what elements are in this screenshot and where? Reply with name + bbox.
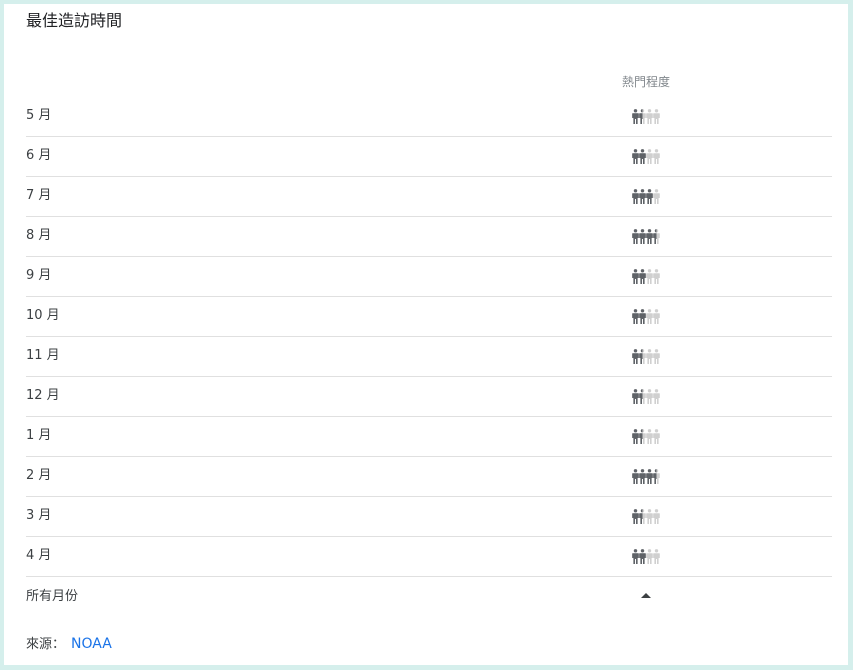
person-icon: [632, 469, 639, 484]
person-icon: [639, 149, 646, 164]
popularity-indicator: [632, 388, 660, 404]
person-icon: [646, 309, 653, 324]
person-icon: [639, 349, 646, 364]
person-icon: [639, 269, 646, 284]
month-row: 3 月: [26, 497, 832, 537]
popularity-indicator: [632, 508, 660, 524]
popularity-indicator: [632, 548, 660, 564]
person-icon: [653, 109, 660, 124]
person-icon: [653, 549, 660, 564]
month-row: 10 月: [26, 297, 832, 337]
person-icon: [646, 109, 653, 124]
all-months-label: 所有月份: [26, 589, 79, 604]
person-icon: [646, 509, 653, 524]
month-row: 1 月: [26, 417, 832, 457]
person-icon: [632, 349, 639, 364]
person-icon: [653, 149, 660, 164]
person-icon: [646, 229, 653, 244]
person-icon: [639, 509, 646, 524]
source-label: 來源：: [26, 637, 66, 652]
person-icon: [653, 309, 660, 324]
person-icon: [653, 349, 660, 364]
person-icon: [632, 149, 639, 164]
month-row: 12 月: [26, 377, 832, 417]
person-icon: [639, 429, 646, 444]
month-label: 10 月: [26, 308, 60, 323]
month-row: 8 月: [26, 217, 832, 257]
person-icon: [632, 549, 639, 564]
person-icon: [653, 509, 660, 524]
month-row: 5 月: [26, 97, 832, 137]
popularity-indicator: [632, 108, 660, 124]
person-icon: [646, 389, 653, 404]
person-icon: [646, 189, 653, 204]
caret-up-icon: [641, 592, 651, 598]
month-label: 3 月: [26, 508, 52, 523]
month-label: 1 月: [26, 428, 52, 443]
popularity-indicator: [632, 148, 660, 164]
collapse-button[interactable]: [636, 587, 656, 603]
month-label: 4 月: [26, 548, 52, 563]
person-icon: [653, 269, 660, 284]
popularity-column-header: 熱門程度: [621, 75, 670, 89]
popularity-indicator: [632, 348, 660, 364]
month-label: 8 月: [26, 228, 52, 243]
best-time-card: 最佳造訪時間 熱門程度 5 月 6 月 7 月 8 月 9 月 10 月 11 月 12 月 1…: [4, 4, 848, 665]
month-row: 7 月: [26, 177, 832, 217]
month-list: 5 月 6 月 7 月 8 月 9 月 10 月 11 月 12 月 1 月 2 月 3 月 4 月所…: [26, 97, 832, 617]
person-icon: [653, 469, 660, 484]
person-icon: [639, 189, 646, 204]
person-icon: [639, 109, 646, 124]
month-row: 9 月: [26, 257, 832, 297]
person-icon: [646, 429, 653, 444]
month-label: 11 月: [26, 348, 60, 363]
person-icon: [646, 469, 653, 484]
person-icon: [639, 549, 646, 564]
month-label: 7 月: [26, 188, 52, 203]
person-icon: [632, 269, 639, 284]
card-title: 最佳造訪時間: [26, 11, 123, 30]
month-label: 9 月: [26, 268, 52, 283]
month-row: 4 月: [26, 537, 832, 577]
person-icon: [653, 229, 660, 244]
person-icon: [646, 549, 653, 564]
person-icon: [639, 389, 646, 404]
person-icon: [632, 309, 639, 324]
all-months-row[interactable]: 所有月份: [26, 577, 832, 617]
person-icon: [632, 389, 639, 404]
person-icon: [639, 469, 646, 484]
person-icon: [653, 429, 660, 444]
person-icon: [632, 229, 639, 244]
month-row: 11 月: [26, 337, 832, 377]
person-icon: [639, 309, 646, 324]
popularity-indicator: [632, 268, 660, 284]
month-row: 2 月: [26, 457, 832, 497]
popularity-indicator: [632, 428, 660, 444]
person-icon: [646, 349, 653, 364]
person-icon: [653, 189, 660, 204]
month-row: 6 月: [26, 137, 832, 177]
popularity-indicator: [632, 308, 660, 324]
month-label: 5 月: [26, 108, 52, 123]
person-icon: [653, 389, 660, 404]
popularity-indicator: [632, 228, 660, 244]
popularity-indicator: [632, 468, 660, 484]
person-icon: [639, 229, 646, 244]
source-link[interactable]: NOAA: [71, 636, 112, 652]
person-icon: [632, 109, 639, 124]
month-label: 12 月: [26, 388, 60, 403]
source-line: 來源： NOAA: [26, 634, 112, 655]
person-icon: [646, 269, 653, 284]
person-icon: [632, 509, 639, 524]
person-icon: [632, 189, 639, 204]
month-label: 2 月: [26, 468, 52, 483]
popularity-indicator: [632, 188, 660, 204]
person-icon: [632, 429, 639, 444]
month-label: 6 月: [26, 148, 52, 163]
person-icon: [646, 149, 653, 164]
